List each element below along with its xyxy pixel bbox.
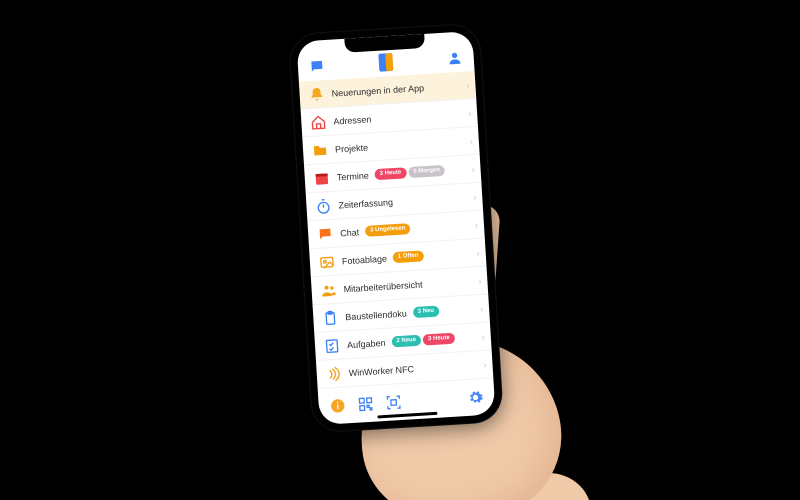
phone-screen: Neuerungen in der App › Adressen › Projekte ›… [296,31,495,425]
chevron-right-icon: › [480,303,484,313]
info-circle-icon[interactable] [328,396,347,415]
badge-group: 3 Ungelesen [365,223,411,236]
menu-item-label: Termine [336,170,369,182]
nfc-icon [324,364,343,383]
menu-item-label: Zeiterfassung [338,197,393,210]
folder-icon [311,140,330,159]
chevron-right-icon: › [466,80,470,90]
chevron-right-icon: › [475,220,479,230]
chevron-right-icon: › [476,247,480,257]
badge-group: 2 Neue3 Heute [391,333,455,347]
menu-item-label: Mitarbeiterübersicht [343,279,422,294]
menu-item-label: Projekte [335,142,369,154]
status-badge: 0 Morgen [408,165,445,178]
app-logo-icon [378,53,393,72]
main-menu-list: Neuerungen in der App › Adressen › Projekte ›… [299,71,494,397]
menu-item-label: Baustellendoku [345,308,407,322]
chevron-right-icon: › [473,192,477,202]
qr-code-icon[interactable] [356,395,375,414]
status-badge: 3 Heute [374,168,406,180]
status-badge: 2 Neue [391,335,421,347]
badge-group: 3 Heute0 Morgen [374,165,445,180]
photo-icon [317,252,336,271]
chevron-right-icon: › [481,331,485,341]
chevron-right-icon: › [471,164,475,174]
people-icon [319,280,338,299]
promo-image: Neuerungen in der App › Adressen › Projekte ›… [0,0,800,500]
calendar-icon [312,168,331,187]
settings-gear-icon[interactable] [466,388,485,407]
chevron-right-icon: › [470,136,474,146]
stopwatch-icon [314,196,333,215]
menu-item-label: Aufgaben [347,337,386,349]
menu-item-label: Adressen [333,114,372,126]
phone-frame: Neuerungen in der App › Adressen › Projekte ›… [288,23,504,434]
status-badge: 3 Heute [423,333,455,345]
status-badge: 1 Offen [393,251,424,263]
badge-group: 1 Offen [393,251,424,263]
menu-item-label: Chat [340,227,360,238]
status-badge: 3 Neu [412,306,439,318]
chevron-right-icon: › [468,108,472,118]
qr-scan-icon[interactable] [384,393,403,412]
person-icon[interactable] [445,49,464,68]
chevron-right-icon: › [483,359,487,369]
checklist-icon [323,336,342,355]
menu-item-label: WinWorker NFC [348,364,414,378]
bell-icon [307,85,326,104]
badge-group: 3 Neu [412,306,439,318]
clipboard-icon [321,308,340,327]
chevron-right-icon: › [478,275,482,285]
menu-item-label: Fotoablage [342,253,388,266]
menu-item-label: Neuerungen in der App [331,83,424,99]
status-badge: 3 Ungelesen [365,223,411,236]
chat-icon [316,224,335,243]
house-icon [309,113,328,132]
chat-bubble-icon[interactable] [307,57,326,76]
